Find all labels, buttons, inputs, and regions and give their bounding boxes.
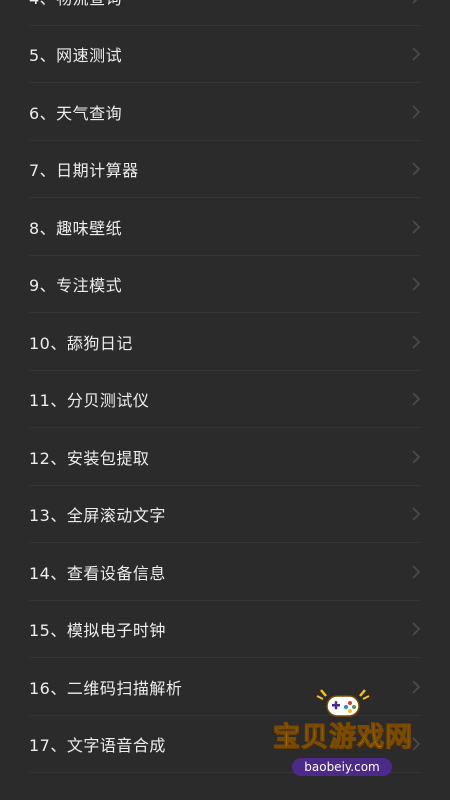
chevron-right-icon [412,162,421,176]
chevron-right-icon [412,47,421,61]
chevron-right-icon [412,622,421,636]
chevron-right-icon [412,450,421,464]
list-item[interactable]: 5、网速测试 [0,26,450,84]
list-item-label: 4、物流查询 [29,0,122,9]
chevron-right-icon [412,0,418,4]
list-item[interactable]: 8、趣味壁纸 [0,198,450,256]
list-item-label: 9、专注模式 [29,276,123,296]
list-item[interactable]: 15、模拟电子时钟 [0,601,450,659]
list-item[interactable]: 4、物流查询 [0,0,450,26]
list-item-label: 10、舔狗日记 [29,333,133,353]
watermark-url: baobeiy.com [292,758,392,776]
app-screen: 4、物流查询 5、网速测试 6、天气查询 7、日期计算器 8、趣味壁纸 9、专注… [0,0,450,800]
list-item-label: 12、安装包提取 [29,448,150,468]
list-item-label: 16、二维码扫描解析 [29,678,183,698]
list-item[interactable]: 11、分贝测试仪 [0,371,450,429]
list-item[interactable]: 6、天气查询 [0,83,450,141]
chevron-right-icon [412,335,421,349]
list-item-label: 11、分贝测试仪 [29,391,150,411]
list-item-label: 15、模拟电子时钟 [29,621,166,641]
chevron-right-icon [412,220,421,234]
chevron-right-icon [412,565,421,579]
list-item-label: 5、网速测试 [29,46,123,66]
watermark: 宝贝游戏网 baobeiy.com [268,680,418,780]
list-item-label: 17、文字语音合成 [29,736,166,756]
list-item-label: 14、查看设备信息 [29,563,166,583]
chevron-right-icon [412,277,421,291]
watermark-title: 宝贝游戏网 [273,722,413,754]
list-item[interactable]: 10、舔狗日记 [0,313,450,371]
list-item[interactable]: 13、全屏滚动文字 [0,486,450,544]
chevron-right-icon [412,507,421,521]
list-item[interactable]: 14、查看设备信息 [0,543,450,601]
list-item-label: 8、趣味壁纸 [29,218,123,238]
feature-list: 4、物流查询 5、网速测试 6、天气查询 7、日期计算器 8、趣味壁纸 9、专注… [0,0,450,773]
list-item[interactable]: 7、日期计算器 [0,141,450,199]
list-item-label: 7、日期计算器 [29,161,139,181]
list-item-label: 6、天气查询 [29,103,123,123]
list-item[interactable]: 9、专注模式 [0,256,450,314]
list-item[interactable]: 12、安装包提取 [0,428,450,486]
chevron-right-icon [412,105,421,119]
list-item-label: 13、全屏滚动文字 [29,506,166,526]
chevron-right-icon [412,392,421,406]
